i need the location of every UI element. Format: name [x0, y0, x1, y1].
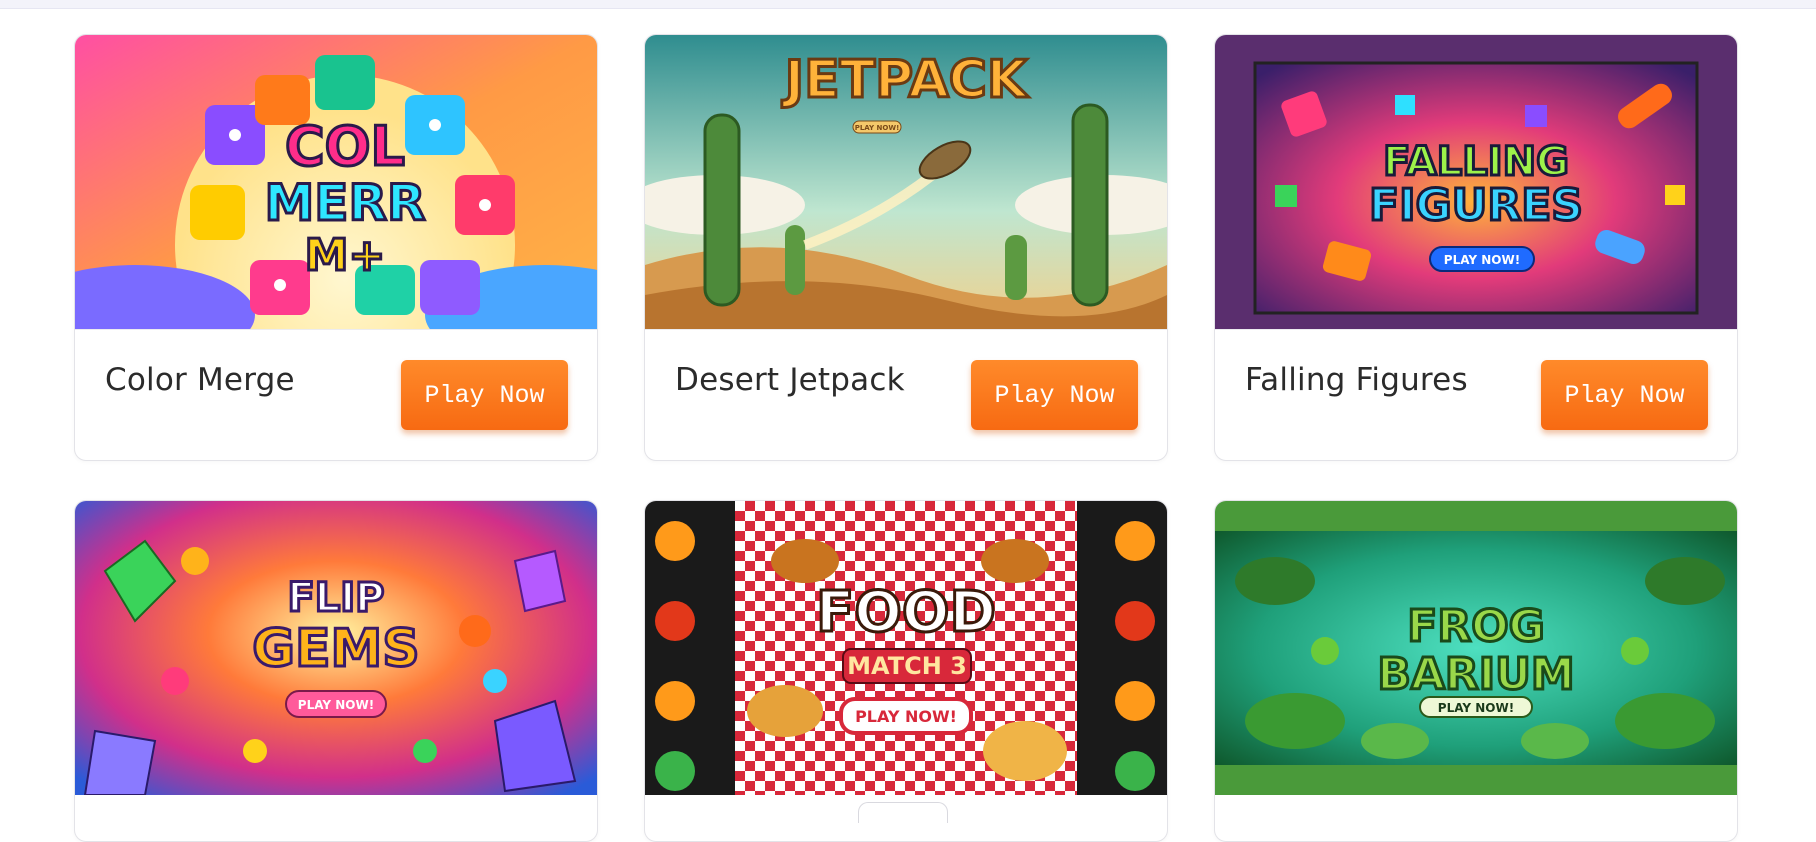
svg-text:COL: COL — [285, 115, 405, 178]
svg-text:M+: M+ — [305, 230, 386, 281]
svg-text:PLAY NOW!: PLAY NOW! — [298, 698, 374, 712]
game-card-color-merge[interactable]: COL MERR M+ Color Merge Play Now — [74, 34, 598, 461]
card-footer: Color Merge Play Now — [75, 329, 597, 460]
svg-text:PLAY NOW!: PLAY NOW! — [855, 707, 957, 726]
game-card-desert-jetpack[interactable]: JETPACK PLAY NOW! Desert Jetpack Play No… — [644, 34, 1168, 461]
game-card-food-match-3[interactable]: FOOD MATCH 3 PLAY NOW! — [644, 500, 1168, 842]
game-title: Desert Jetpack — [675, 362, 905, 398]
game-title: Falling Figures — [1245, 362, 1468, 398]
svg-text:FROG: FROG — [1407, 601, 1544, 652]
svg-text:PLAY NOW!: PLAY NOW! — [1444, 253, 1520, 267]
top-header-strip — [0, 0, 1816, 9]
game-thumbnail-food-match-3[interactable]: FOOD MATCH 3 PLAY NOW! — [645, 501, 1167, 795]
card-footer: Falling Figures Play Now — [1215, 329, 1737, 460]
svg-text:GEMS: GEMS — [252, 619, 419, 679]
play-now-button[interactable]: Play Now — [1541, 360, 1708, 430]
svg-text:PLAY NOW!: PLAY NOW! — [855, 124, 900, 132]
game-thumbnail-flip-gems[interactable]: FLIP GEMS PLAY NOW! — [75, 501, 597, 795]
game-thumbnail-desert-jetpack[interactable]: JETPACK PLAY NOW! — [645, 35, 1167, 329]
svg-text:MERR: MERR — [265, 174, 426, 232]
game-card-flip-gems[interactable]: FLIP GEMS PLAY NOW! — [74, 500, 598, 842]
game-title: Color Merge — [105, 362, 295, 398]
svg-text:JETPACK: JETPACK — [782, 50, 1029, 110]
svg-text:FIGURES: FIGURES — [1369, 180, 1583, 231]
game-thumbnail-color-merge[interactable]: COL MERR M+ — [75, 35, 597, 329]
play-now-button[interactable]: Play Now — [971, 360, 1138, 430]
game-thumbnail-falling-figures[interactable]: FALLING FIGURES PLAY NOW! — [1215, 35, 1737, 329]
game-card-falling-figures[interactable]: FALLING FIGURES PLAY NOW! Falling Figure… — [1214, 34, 1738, 461]
svg-text:FOOD: FOOD — [816, 580, 996, 645]
game-card-frog-barium[interactable]: FROG BARIUM PLAY NOW! — [1214, 500, 1738, 842]
game-thumbnail-frog-barium[interactable]: FROG BARIUM PLAY NOW! — [1215, 501, 1737, 795]
svg-text:MATCH 3: MATCH 3 — [847, 652, 967, 680]
svg-text:FLIP: FLIP — [287, 575, 384, 621]
svg-text:PLAY NOW!: PLAY NOW! — [1438, 701, 1514, 715]
svg-text:FALLING: FALLING — [1383, 139, 1569, 185]
svg-text:BARIUM: BARIUM — [1377, 649, 1574, 700]
card-footer: Desert Jetpack Play Now — [645, 329, 1167, 460]
play-now-button[interactable]: Play Now — [401, 360, 568, 430]
